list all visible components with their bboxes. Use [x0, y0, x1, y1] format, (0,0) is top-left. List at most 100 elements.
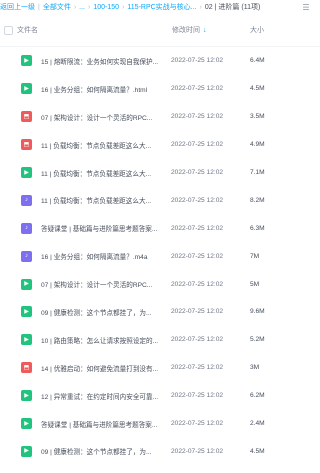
file-row[interactable]: ▶ 09 | 健康检测：这个节点都挂了，为... 2022-07-25 12:02 9…: [0, 298, 320, 326]
file-name[interactable]: 11 | 负载均衡：节点负载差距这么大...: [41, 195, 159, 205]
video-glyph-icon: ▶: [24, 308, 29, 315]
breadcrumb-item-100-150[interactable]: 100-150: [93, 4, 119, 11]
file-list: ▶ 15 | 熔断限流：业务如何实现自我保护... 2022-07-25 12:02…: [0, 47, 320, 473]
file-size: 7.1M: [250, 169, 265, 176]
file-modified-time: 2022-07-25 12:02: [171, 113, 224, 121]
file-row[interactable]: ♪ 11 | 负载均衡：节点负载差距这么大... 2022-07-25 12:02 8…: [0, 186, 320, 214]
video-file-icon: ▶: [21, 306, 32, 318]
file-size: 4.9M: [250, 141, 265, 149]
audio-file-icon: ♪: [21, 194, 32, 206]
audio-glyph-icon: ♪: [25, 225, 28, 232]
file-size: 6.2M: [250, 392, 265, 400]
video-file-icon: ▶: [21, 418, 32, 430]
file-modified-time: 2022-07-25 12:02: [171, 252, 224, 260]
file-name[interactable]: 答疑课堂 | 基础篇与进阶篇思考题答案...: [41, 223, 159, 233]
file-name[interactable]: 11 | 负载均衡：节点负载差距这么大...: [41, 140, 159, 150]
file-name[interactable]: 15 | 熔断限流：业务如何实现自我保护...: [41, 56, 159, 66]
file-row[interactable]: ♪ 16 | 业务分组：如何隔离流量？.m4a 2022-07-25 12:02 7M: [0, 242, 320, 270]
chevron-right-icon: ›: [73, 3, 77, 11]
pdf-file-icon: ⬒: [21, 362, 32, 374]
file-name[interactable]: 11 | 负载均衡：节点负载差距这么大...: [41, 168, 159, 178]
video-glyph-icon: ▶: [24, 85, 29, 92]
file-row[interactable]: ▶ 09 | 健康检测：这个节点都挂了，为... 2022-07-25 12:02 4…: [0, 437, 320, 465]
file-row[interactable]: ▶08 | 服务发现：到底是要CP还是AP?...2022-07-25 12:0…: [0, 465, 320, 473]
file-name[interactable]: 14 | 优雅启动：如何避免流量打到没有...: [41, 363, 159, 373]
file-size: 8.2M: [250, 196, 265, 204]
file-size: 2.4M: [250, 420, 265, 428]
video-glyph-icon: ▶: [24, 281, 29, 288]
file-modified-time: 2022-07-25 12:02: [171, 85, 224, 93]
breadcrumb-item-all-files[interactable]: 全部文件: [43, 2, 71, 12]
pdf-file-icon: ⬒: [21, 139, 32, 151]
file-modified-time: 2022-07-25 12:02: [171, 364, 224, 372]
file-modified-time: 2022-07-25 12:02: [171, 336, 224, 344]
file-name[interactable]: 10 | 路由策略：怎么让请求按照设定的...: [41, 335, 159, 345]
breadcrumb: 返回上一级 | 全部文件 › ... › 100-150 › 115-RPC实战…: [0, 0, 320, 14]
file-name[interactable]: 16 | 业务分组：如何隔离流量？.html: [41, 84, 159, 94]
file-row[interactable]: ▶ 答疑课堂 | 基础篇与进阶篇思考题答案... 2022-07-25 12:02 2…: [0, 410, 320, 438]
file-name[interactable]: 07 | 架构设计：设计一个灵活的RPC...: [41, 279, 159, 289]
video-file-icon: ▶: [21, 390, 32, 402]
breadcrumb-item-rpc[interactable]: 115-RPC实战与核心...: [127, 2, 196, 12]
file-name[interactable]: 09 | 健康检测：这个节点都挂了，为...: [41, 307, 159, 317]
file-row[interactable]: ⬒ 14 | 优雅启动：如何避免流量打到没有... 2022-07-25 12:02…: [0, 354, 320, 382]
column-header-name[interactable]: 文件名: [17, 25, 38, 35]
back-link[interactable]: 返回上一级: [0, 2, 35, 12]
column-header-size[interactable]: 大小: [250, 25, 264, 35]
video-file-icon: ▶: [21, 334, 32, 346]
file-row[interactable]: ▶ 07 | 架构设计：设计一个灵活的RPC... 2022-07-25 12:02…: [0, 270, 320, 298]
audio-glyph-icon: ♪: [25, 197, 28, 204]
breadcrumb-current: 02 | 进阶篇: [204, 4, 240, 11]
file-row[interactable]: ▶ 10 | 路由策略：怎么让请求按照设定的... 2022-07-25 12:02…: [0, 326, 320, 354]
select-all-checkbox[interactable]: [4, 25, 13, 35]
video-glyph-icon: ▶: [24, 420, 29, 427]
file-size: 5.2M: [250, 336, 265, 344]
column-header-time[interactable]: 修改时间 ↓: [172, 25, 207, 35]
file-modified-time: 2022-07-25 12:02: [171, 141, 224, 149]
video-glyph-icon: ▶: [24, 169, 29, 176]
file-row[interactable]: ▶ 11 | 负载均衡：节点负载差距这么大... 2022-07-25 12:02 7…: [0, 159, 320, 187]
chevron-right-icon: ›: [122, 3, 125, 11]
sort-down-icon[interactable]: ↓: [203, 27, 207, 34]
video-file-icon: ▶: [21, 83, 32, 95]
video-file-icon: ▶: [21, 167, 32, 178]
file-size: 9.6M: [250, 308, 265, 316]
file-name[interactable]: 09 | 健康检测：这个节点都挂了，为...: [41, 446, 159, 456]
video-glyph-icon: ▶: [24, 336, 29, 343]
video-glyph-icon: ▶: [24, 392, 29, 399]
more-options-icon[interactable]: ☰: [300, 2, 312, 12]
file-list-header: 文件名 修改时间 ↓ 大小: [0, 14, 320, 47]
chevron-right-icon: ›: [199, 3, 202, 11]
video-glyph-icon: ▶: [24, 448, 29, 455]
file-size: 3M: [250, 364, 260, 372]
column-header-time-label: 修改时间: [172, 27, 200, 34]
breadcrumb-separator: |: [38, 3, 40, 11]
breadcrumb-item-ellipsis[interactable]: ...: [79, 4, 85, 11]
audio-glyph-icon: ♪: [25, 253, 28, 260]
pdf-glyph-icon: ⬒: [23, 141, 30, 148]
file-modified-time: 2022-07-25 12:02: [171, 169, 224, 176]
file-size: 6.3M: [250, 224, 265, 232]
pdf-file-icon: ⬒: [21, 111, 32, 123]
file-size: 7M: [250, 252, 260, 260]
file-name[interactable]: 07 | 架构设计：设计一个灵活的RPC...: [41, 112, 159, 122]
audio-file-icon: ♪: [21, 222, 32, 234]
file-name[interactable]: 答疑课堂 | 基础篇与进阶篇思考题答案...: [41, 419, 159, 429]
file-modified-time: 2022-07-25 12:02: [171, 57, 224, 65]
pdf-glyph-icon: ⬒: [23, 113, 30, 120]
file-name[interactable]: 16 | 业务分组：如何隔离流量？.m4a: [41, 251, 159, 261]
file-row[interactable]: ⬒ 07 | 架构设计：设计一个灵活的RPC... 2022-07-25 12:02…: [0, 103, 320, 131]
video-file-icon: ▶: [21, 445, 32, 457]
file-name[interactable]: 12 | 异常重试：在约定时间内安全可靠...: [41, 391, 159, 401]
file-row[interactable]: ♪ 答疑课堂 | 基础篇与进阶篇思考题答案... 2022-07-25 12:02 6…: [0, 214, 320, 242]
video-file-icon: ▶: [21, 55, 32, 67]
file-modified-time: 2022-07-25 12:02: [171, 280, 224, 288]
file-row[interactable]: ▶ 16 | 业务分组：如何隔离流量？.html 2022-07-25 12:02 4…: [0, 75, 320, 103]
file-modified-time: 2022-07-25 12:02: [171, 420, 224, 428]
file-modified-time: 2022-07-25 12:02: [171, 308, 224, 316]
file-row[interactable]: ⬒ 11 | 负载均衡：节点负载差距这么大... 2022-07-25 12:02 4…: [0, 131, 320, 159]
file-modified-time: 2022-07-25 12:02: [171, 447, 224, 455]
file-row[interactable]: ▶ 12 | 异常重试：在约定时间内安全可靠... 2022-07-25 12:02…: [0, 382, 320, 410]
file-size: 4.5M: [250, 85, 265, 93]
file-row[interactable]: ▶ 15 | 熔断限流：业务如何实现自我保护... 2022-07-25 12:02…: [0, 47, 320, 75]
